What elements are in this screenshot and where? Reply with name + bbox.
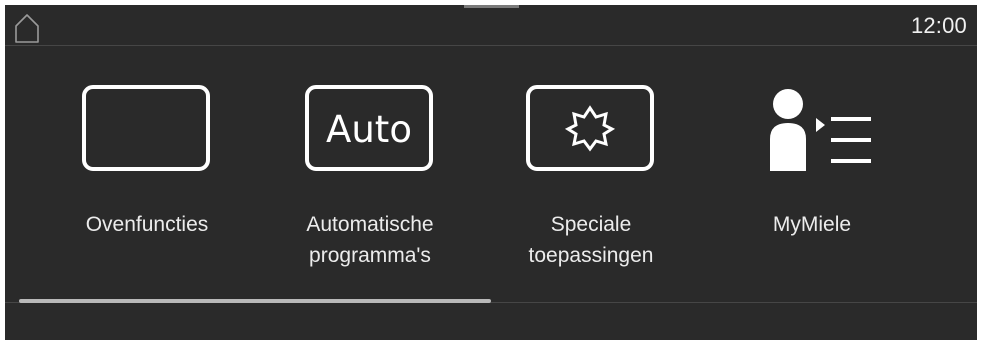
auto-icon-text: Auto — [326, 108, 412, 151]
tile-special-applications[interactable]: Speciale toepassingen — [481, 85, 701, 285]
tile-label: Ovenfuncties — [85, 213, 209, 236]
tile-automatic-programmes[interactable]: Auto Automatische programma's — [260, 85, 480, 285]
tile-oven-functions[interactable]: Ovenfuncties — [37, 85, 257, 285]
top-pull-handle[interactable] — [464, 5, 519, 8]
oven-functions-icon — [82, 85, 212, 178]
top-divider — [5, 45, 977, 46]
tile-label: MyMiele — [772, 213, 852, 236]
special-applications-icon — [526, 85, 656, 178]
auto-icon: Auto — [305, 85, 435, 178]
scroll-thumb[interactable] — [19, 299, 491, 303]
oven-display: 12:00 Ovenfuncties Auto Automatische pro… — [5, 5, 977, 340]
mymiele-icon — [742, 85, 882, 178]
top-bar: 12:00 — [5, 5, 977, 45]
tile-label: Automatische programma's — [306, 213, 434, 267]
tile-mymiele[interactable]: MyMiele — [702, 85, 922, 285]
clock: 12:00 — [910, 13, 967, 38]
scroll-track[interactable] — [19, 299, 963, 304]
tile-label: Speciale toepassingen — [528, 213, 654, 267]
home-icon[interactable] — [14, 13, 40, 43]
